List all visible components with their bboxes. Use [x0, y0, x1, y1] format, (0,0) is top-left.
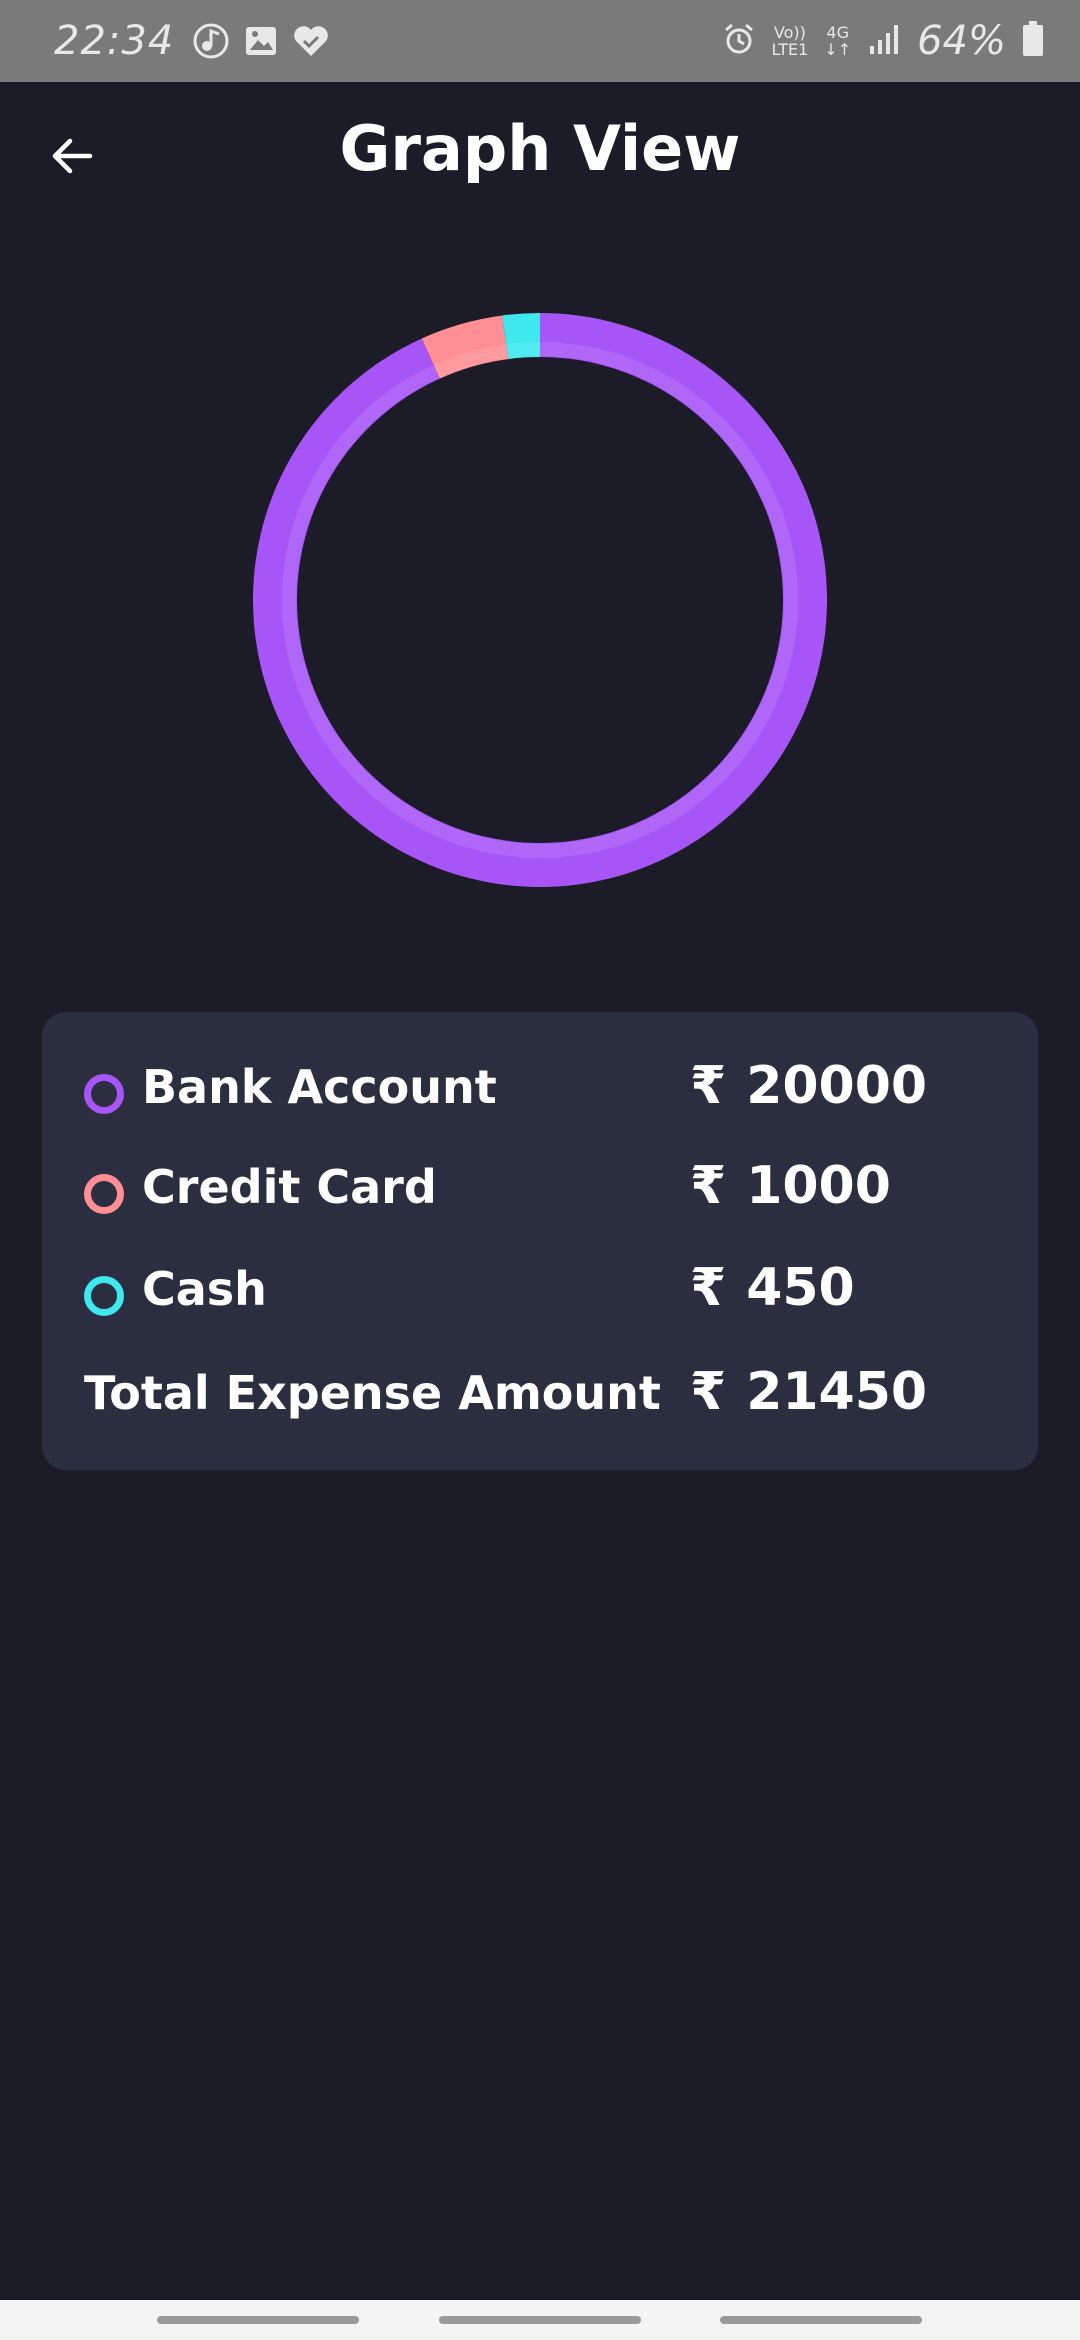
status-bar: 22:34 Vo)) LTE1 4G ↓↑ 64%: [0, 0, 1080, 82]
donut-slice-bank-account: [253, 313, 828, 887]
status-notification-icons: [192, 22, 330, 60]
gesture-nav-bar: [0, 2300, 1080, 2340]
music-note-icon: [192, 22, 230, 60]
legend-dot-cash: [84, 1276, 124, 1316]
nav-home-handle[interactable]: [439, 2316, 641, 2324]
summary-row-credit-card: Credit Card ₹ 1000: [42, 1152, 1038, 1232]
row-label: Cash: [142, 1262, 267, 1316]
battery-icon: [1022, 21, 1044, 61]
alarm-icon: [722, 22, 756, 60]
donut-inner-highlight: [282, 342, 798, 858]
summary-card: Bank Account ₹ 20000 Credit Card ₹ 1000 …: [42, 1012, 1038, 1470]
donut-chart-svg: [253, 313, 828, 887]
donut-chart: [250, 310, 830, 890]
amount-value: 450: [746, 1258, 855, 1318]
status-system-icons: Vo)) LTE1 4G ↓↑ 64%: [722, 18, 1045, 64]
volte-bottom-label: LTE1: [771, 40, 809, 59]
nav-back-handle[interactable]: [720, 2316, 922, 2324]
image-icon: [244, 24, 278, 58]
summary-row-bank-account: Bank Account ₹ 20000: [42, 1052, 1038, 1132]
row-label: Credit Card: [142, 1160, 437, 1214]
status-time: 22:34: [54, 18, 175, 64]
amount-value: 1000: [746, 1156, 891, 1216]
signal-icon: [867, 22, 901, 60]
rupee-symbol: ₹: [690, 1362, 727, 1422]
summary-row-total: Total Expense Amount ₹ 21450: [42, 1358, 1038, 1438]
rupee-symbol: ₹: [690, 1156, 727, 1216]
nav-recents-handle[interactable]: [157, 2316, 359, 2324]
rupee-symbol: ₹: [690, 1258, 727, 1318]
volte-icon: Vo)) LTE1: [772, 24, 809, 58]
battery-percentage: 64%: [917, 18, 1006, 64]
row-label: Bank Account: [142, 1060, 497, 1114]
total-label: Total Expense Amount: [84, 1366, 661, 1420]
rupee-symbol: ₹: [690, 1056, 727, 1116]
summary-row-cash: Cash ₹ 450: [42, 1254, 1038, 1334]
total-amount: ₹ 21450: [690, 1362, 927, 1422]
amount: ₹ 450: [690, 1258, 855, 1318]
total-amount-value: 21450: [746, 1362, 928, 1422]
amount-value: 20000: [746, 1056, 928, 1116]
data-arrows-icon: 4G ↓↑: [824, 23, 852, 59]
amount: ₹ 1000: [690, 1156, 891, 1216]
amount: ₹ 20000: [690, 1056, 927, 1116]
legend-dot-bank-account: [84, 1074, 124, 1114]
heart-check-icon: [292, 24, 330, 58]
legend-dot-credit-card: [84, 1174, 124, 1214]
page-title: Graph View: [339, 112, 741, 185]
app-header: Graph View: [0, 82, 1080, 230]
